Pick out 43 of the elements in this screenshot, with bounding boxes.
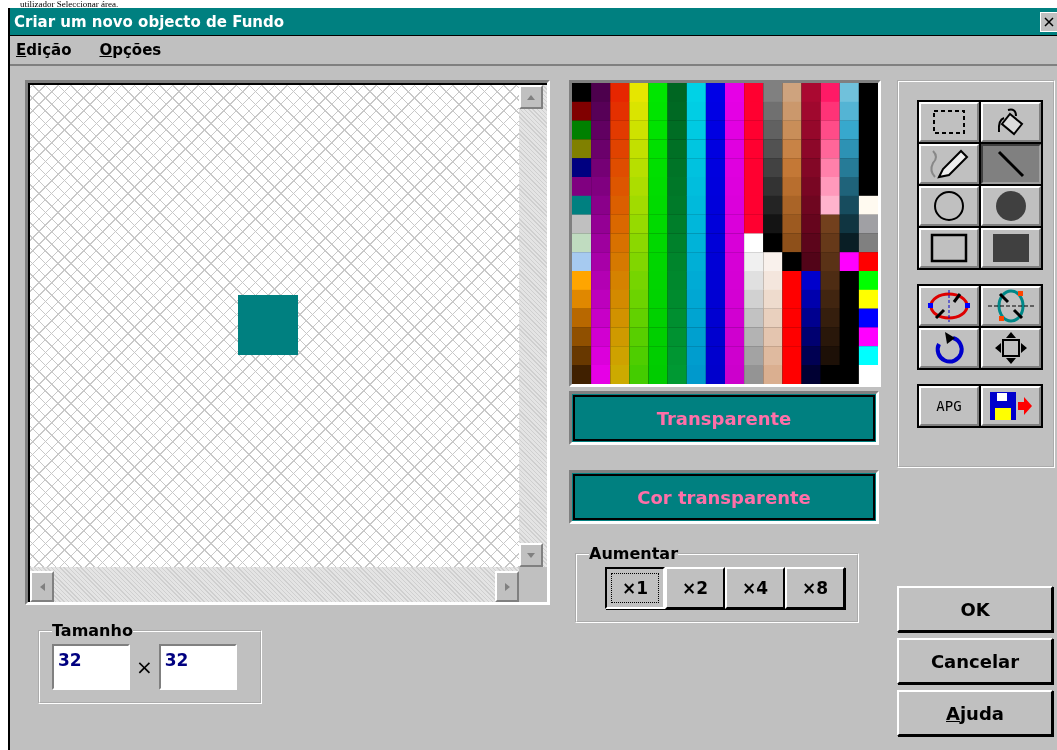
resize-arrows-icon — [993, 330, 1029, 366]
dialog-button[interactable]: Ajuda — [897, 690, 1053, 736]
dialog-button[interactable]: Cancelar — [897, 638, 1053, 684]
zoom-button[interactable]: ×4 — [725, 567, 785, 609]
menu-item[interactable]: Edição — [16, 41, 72, 59]
scroll-up-button[interactable] — [519, 85, 543, 109]
flip-vertical-icon — [986, 288, 1036, 324]
height-field[interactable]: 32 — [158, 644, 237, 690]
scroll-left-button[interactable] — [30, 571, 54, 602]
vertical-scrollbar[interactable] — [519, 83, 547, 567]
horizontal-scrollbar[interactable] — [28, 567, 519, 602]
up-arrow-icon — [527, 94, 535, 100]
right-arrow-icon — [504, 582, 510, 591]
save-button[interactable] — [981, 386, 1041, 426]
filled-pixel — [238, 295, 298, 355]
caption-text: utilizador Seleccionar área. — [19, 0, 120, 8]
dashed-rectangle-icon — [932, 109, 966, 135]
zoom-button[interactable]: ×1 — [605, 567, 665, 609]
filled-rectangle-icon — [992, 233, 1030, 263]
line-icon — [995, 148, 1027, 180]
times-sign: × — [136, 655, 153, 679]
close-icon — [1044, 16, 1054, 27]
window-title: Criar um novo objecto de Fundo — [13, 12, 285, 31]
floppy-disk-arrow-icon — [988, 390, 1034, 422]
scroll-right-button[interactable] — [495, 571, 519, 602]
width-field[interactable]: 32 — [52, 644, 130, 690]
color-palette[interactable] — [569, 80, 881, 387]
tool-button[interactable] — [981, 144, 1041, 184]
pencil-icon — [927, 147, 971, 181]
group-label: Aumentar — [589, 544, 679, 563]
left-arrow-icon — [39, 582, 45, 591]
down-arrow-icon — [527, 552, 535, 558]
text-tool-button[interactable]: APG — [919, 386, 979, 426]
close-button[interactable] — [1040, 11, 1057, 32]
zoom-button[interactable]: ×8 — [785, 567, 845, 609]
circle-icon — [932, 189, 966, 223]
dialog-button[interactable]: OK — [897, 586, 1053, 632]
zoom-button[interactable]: ×2 — [665, 567, 725, 609]
filled-circle-icon — [994, 189, 1028, 223]
menu-item[interactable]: Opções — [99, 41, 162, 59]
scroll-down-button[interactable] — [519, 543, 543, 567]
rectangle-icon — [930, 233, 968, 263]
group-label: Tamanho — [52, 621, 133, 640]
